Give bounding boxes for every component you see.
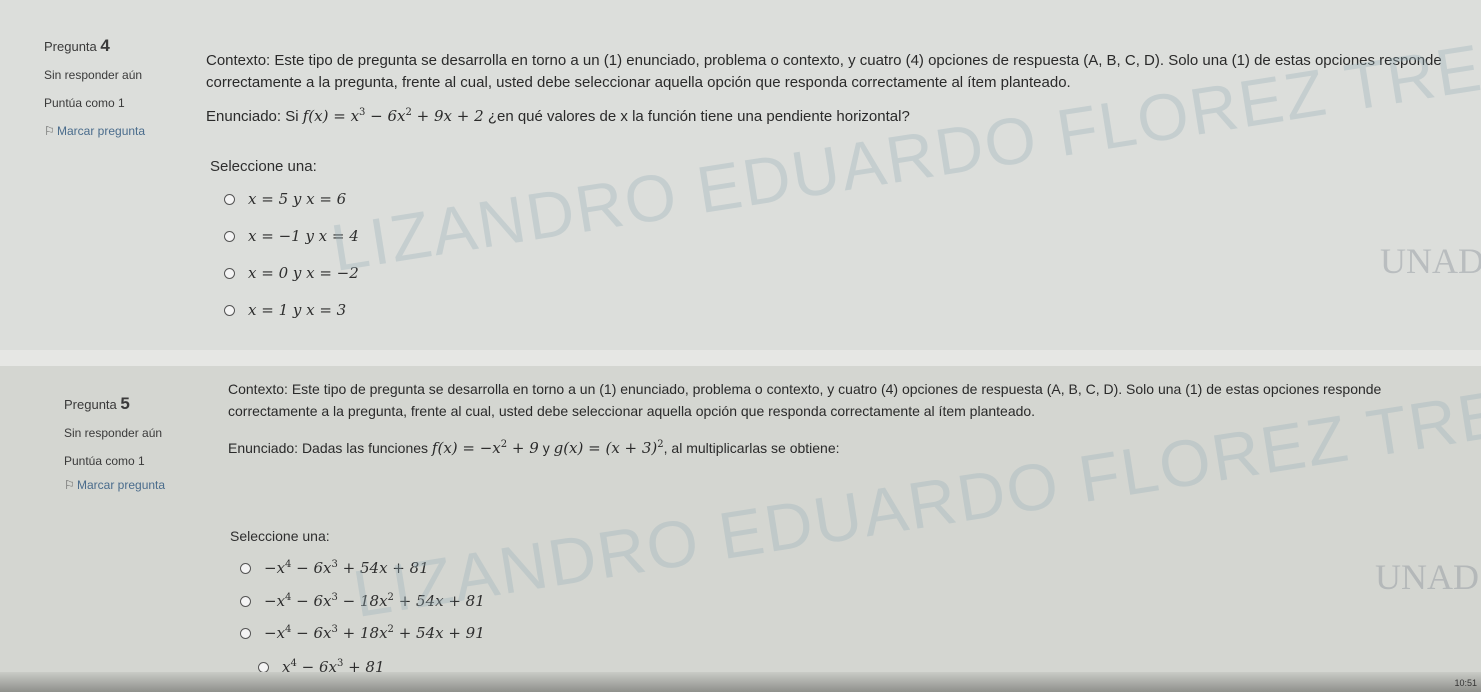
function-f: f(x) = x3 − 6x2 + 9x + 2 xyxy=(302,107,484,125)
function-f: f(x) = −x2 + 9 xyxy=(431,439,539,457)
question-score: Puntúa como 1 xyxy=(64,454,145,468)
question-number: Pregunta 4 xyxy=(44,36,110,55)
flag-icon: ⚐ xyxy=(44,124,55,138)
question-info-4: Pregunta 4 Sin responder aún Puntúa como… xyxy=(44,36,145,138)
radio-button[interactable] xyxy=(224,304,235,316)
radio-button[interactable] xyxy=(224,193,235,205)
option-a[interactable]: x = 5 y x = 6 xyxy=(224,190,346,208)
logo: UNAD xyxy=(1380,241,1481,281)
question-separator xyxy=(0,350,1481,366)
radio-button[interactable] xyxy=(240,595,251,607)
function-g: g(x) = (x + 3)2 xyxy=(553,439,664,457)
question-status: Sin responder aún xyxy=(64,426,163,440)
flag-question-link[interactable]: ⚐ Marcar pregunta xyxy=(44,124,145,138)
select-label: Seleccione una: xyxy=(210,158,317,175)
taskbar: 10:51 xyxy=(0,672,1481,692)
question-score: Puntúa como 1 xyxy=(44,96,125,110)
question-status: Sin responder aún xyxy=(44,68,143,82)
clock: 10:51 xyxy=(1454,678,1477,688)
select-label: Seleccione una: xyxy=(230,528,330,544)
question-5-container: Pregunta 5 Sin responder aún Puntúa como… xyxy=(0,355,1481,692)
radio-button[interactable] xyxy=(224,230,235,242)
context-line-1: Contexto: Este tipo de pregunta se desar… xyxy=(228,381,1382,397)
question-4-container: Pregunta 4 Sin responder aún Puntúa como… xyxy=(0,0,1481,350)
question-number: Pregunta 5 xyxy=(64,394,130,413)
flag-question-link[interactable]: ⚐ Marcar pregunta xyxy=(64,478,165,492)
radio-button[interactable] xyxy=(240,627,251,639)
option-text: x = 5 y x = 6 xyxy=(248,190,347,208)
option-text: x = 1 y x = 3 xyxy=(248,301,347,319)
question-info-5: Pregunta 5 Sin responder aún Puntúa como… xyxy=(64,394,165,492)
radio-button[interactable] xyxy=(224,267,235,279)
radio-button[interactable] xyxy=(258,661,269,673)
option-d[interactable]: x = 1 y x = 3 xyxy=(224,301,346,319)
flag-icon: ⚐ xyxy=(64,478,75,492)
logo: UNAD xyxy=(1375,557,1479,597)
radio-button[interactable] xyxy=(240,562,251,574)
